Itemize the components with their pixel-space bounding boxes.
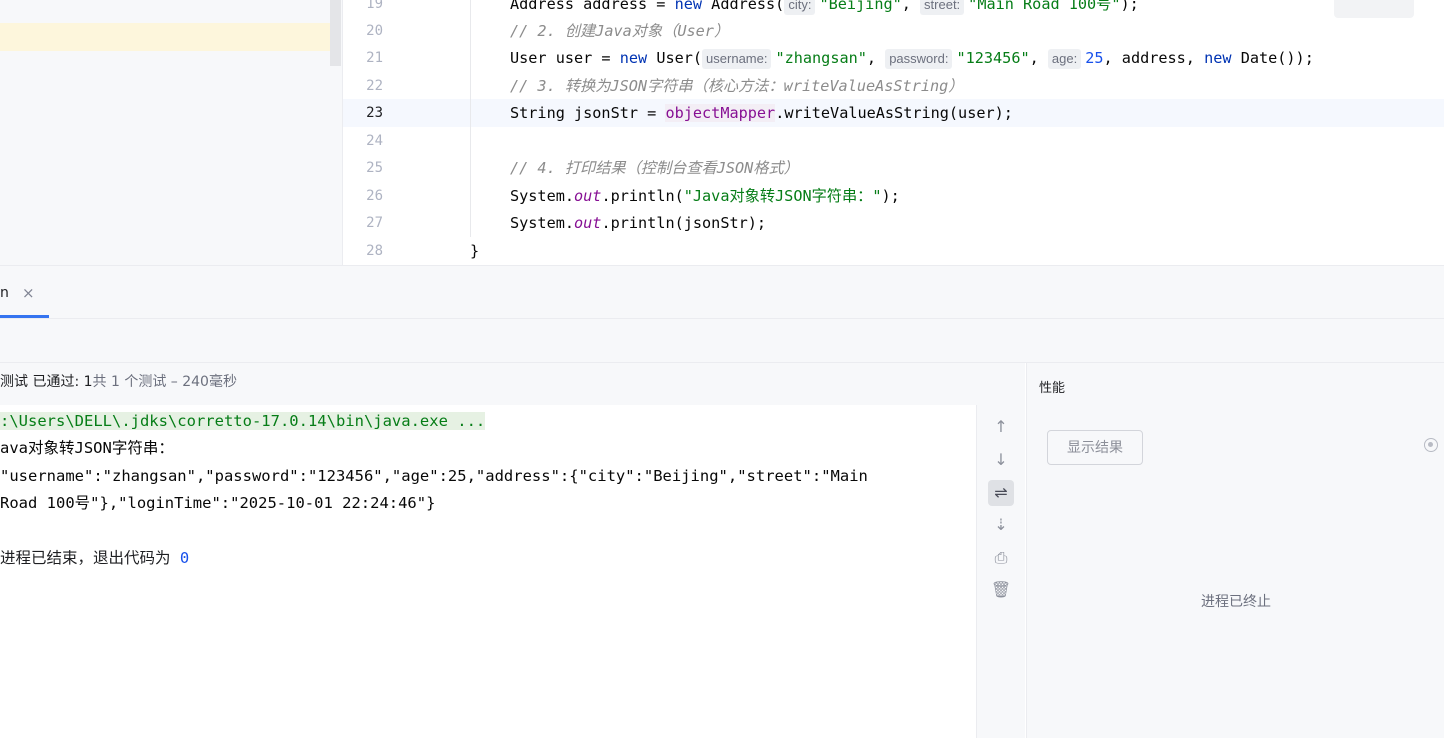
line-number: 28 bbox=[366, 243, 383, 259]
console-side-toolbar: ↑ ↓ ⇌ ⇣ ⎙ 🗑 bbox=[977, 405, 1025, 738]
param-hint: street: bbox=[920, 0, 965, 15]
console-line: Road 100号"},"loginTime":"2025-10-01 22:2… bbox=[0, 494, 436, 512]
indent-guide bbox=[470, 0, 471, 237]
code-line-21[interactable]: User user = new User(username: "zhangsan"… bbox=[510, 44, 1314, 72]
test-status-text: 测试 已通过: 1共 1 个测试 – 240毫秒 bbox=[0, 374, 237, 390]
show-results-button[interactable]: 显示结果 bbox=[1047, 430, 1143, 465]
console-line: "username":"zhangsan","password":"123456… bbox=[0, 467, 868, 485]
line-number: 27 bbox=[366, 215, 383, 231]
param-hint: age: bbox=[1047, 49, 1082, 69]
arrow-down-icon[interactable]: ↓ bbox=[988, 447, 1014, 473]
radio-icon[interactable] bbox=[1424, 438, 1438, 452]
code-line-19[interactable]: Address address = new Address(city: "Beij… bbox=[510, 0, 1139, 18]
line-number-current: 23 bbox=[366, 105, 383, 121]
param-hint: city: bbox=[784, 0, 816, 15]
code-line-22[interactable]: // 3. 转换为JSON字符串（核心方法：writeValueAsString… bbox=[510, 72, 963, 100]
scroll-to-end-icon[interactable]: ⇣ bbox=[988, 512, 1014, 538]
line-number: 25 bbox=[366, 160, 383, 176]
process-terminated-label: 进程已终止 bbox=[1201, 594, 1271, 610]
code-line-25[interactable]: // 4. 打印结果（控制台查看JSON格式） bbox=[510, 154, 799, 182]
code-line-27[interactable]: System.out.println(jsonStr); bbox=[510, 209, 766, 237]
soft-wrap-icon[interactable]: ⇌ bbox=[988, 480, 1014, 506]
code-line-23[interactable]: String jsonStr = objectMapper.writeValue… bbox=[510, 99, 1013, 127]
performance-title: 性能 bbox=[1039, 381, 1066, 396]
selected-row-highlight bbox=[0, 23, 330, 51]
console-command-line[interactable]: :\Users\DELL\.jdks\corretto-17.0.14\bin\… bbox=[0, 408, 486, 435]
param-hint: username: bbox=[702, 49, 772, 69]
line-number: 20 bbox=[366, 23, 383, 39]
console-line: ava对象转JSON字符串： bbox=[0, 439, 174, 457]
line-number: 26 bbox=[366, 188, 383, 204]
code-line-28[interactable]: } bbox=[470, 237, 479, 265]
console-output[interactable]: :\Users\DELL\.jdks\corretto-17.0.14\bin\… bbox=[0, 405, 977, 738]
line-number: 24 bbox=[366, 133, 383, 149]
trash-icon[interactable]: 🗑 bbox=[988, 577, 1014, 603]
line-number: 21 bbox=[366, 50, 383, 66]
performance-header: 性能 bbox=[1026, 363, 1444, 405]
close-icon[interactable]: × bbox=[22, 284, 35, 302]
code-line-20[interactable]: // 2. 创建Java对象（User） bbox=[510, 17, 729, 45]
editor-floating-toolbar[interactable] bbox=[1334, 0, 1414, 18]
run-tab-label[interactable]: n bbox=[0, 285, 9, 301]
scrollbar-thumb[interactable] bbox=[330, 0, 341, 66]
console-exit-line: 进程已结束，退出代码为 0 bbox=[0, 549, 190, 567]
run-toolbar bbox=[0, 319, 1444, 362]
test-status-bar: 测试 已通过: 1共 1 个测试 – 240毫秒 bbox=[0, 363, 1025, 405]
param-hint: password: bbox=[885, 49, 953, 69]
line-number: 19 bbox=[366, 0, 383, 12]
arrow-up-icon[interactable]: ↑ bbox=[988, 414, 1014, 440]
code-line-26[interactable]: System.out.println("Java对象转JSON字符串："); bbox=[510, 182, 900, 210]
line-number: 22 bbox=[366, 78, 383, 94]
project-panel-edge bbox=[0, 0, 343, 265]
performance-panel: 显示结果 进程已终止 bbox=[1026, 405, 1444, 738]
print-icon[interactable]: ⎙ bbox=[988, 545, 1014, 571]
run-tool-window-header: n × bbox=[0, 265, 1444, 319]
